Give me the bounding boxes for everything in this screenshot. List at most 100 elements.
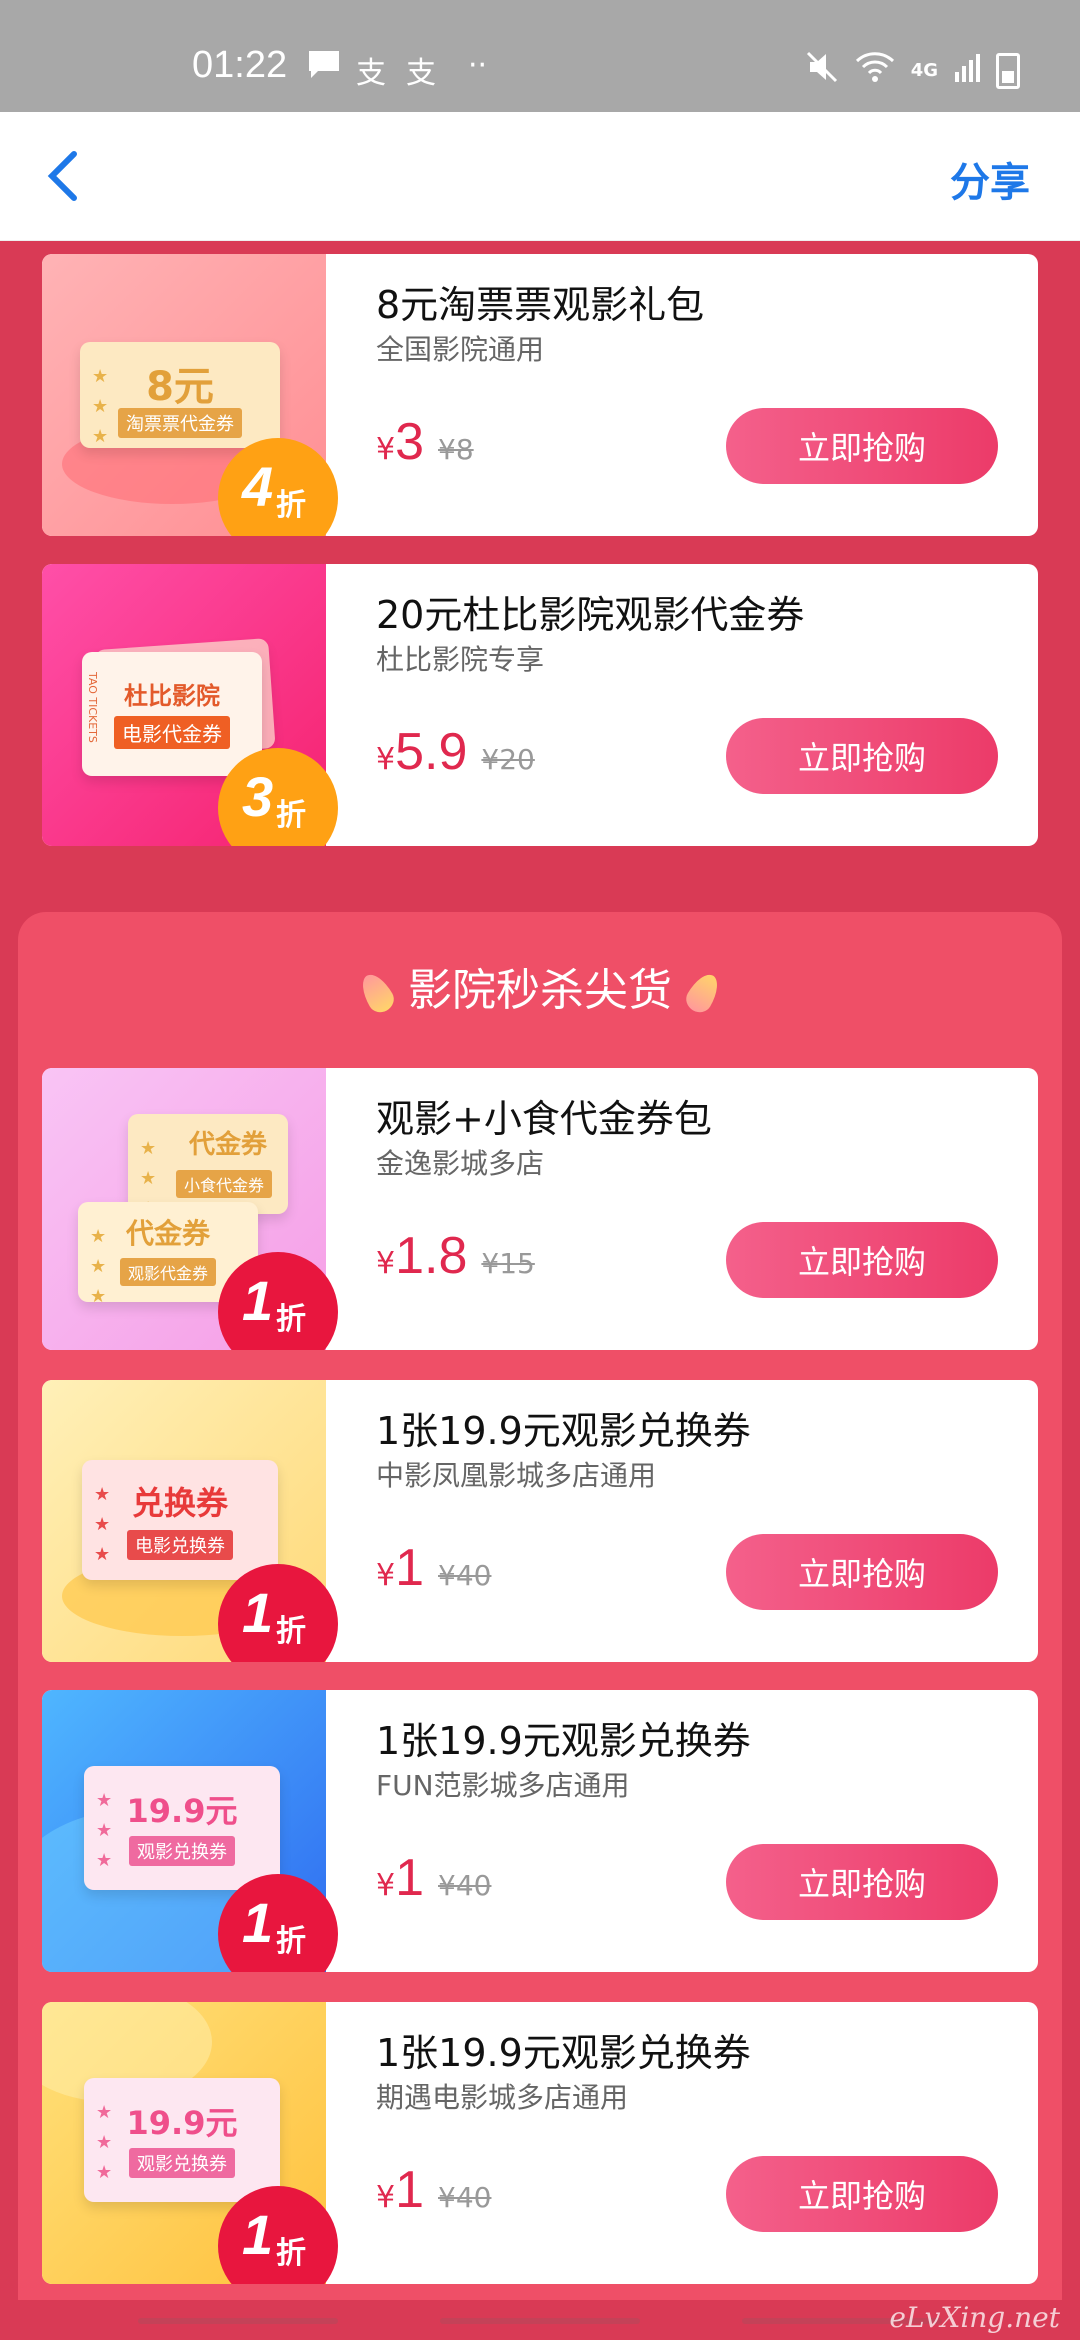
discount-unit: 折 — [276, 1924, 306, 1959]
ticket-sub-text: 观影兑换券 — [129, 1836, 235, 1866]
ticket-main-text: 代金券 — [188, 1130, 267, 1160]
product-title: 8元淘票票观影礼包 — [376, 283, 705, 327]
buy-now-button[interactable]: 立即抢购 — [726, 408, 998, 484]
ticket-sub-text: 电影兑换券 — [127, 1530, 233, 1560]
ticket-main-text: 8元 — [146, 364, 214, 410]
product-subtitle: 杜比影院专享 — [376, 643, 545, 676]
buy-now-button[interactable]: 立即抢购 — [726, 1844, 998, 1920]
currency-symbol: ¥ — [376, 2180, 396, 2215]
gesture-bar: eLvXing.net — [0, 2300, 1080, 2340]
buy-now-button[interactable]: 立即抢购 — [726, 1222, 998, 1298]
section-title-text: 影院秒杀尖货 — [408, 965, 672, 1016]
discount-unit: 折 — [276, 488, 306, 523]
product-info: 1张19.9元观影兑换券 中影凤凰影城多店通用 ¥1 ¥40 立即抢购 — [376, 1380, 1038, 1662]
voucher-ticket: ★ ★ ★ 19.9元 观影兑换券 — [84, 2078, 280, 2202]
voucher-ticket: ★ ★ ★ 19.9元 观影兑换券 — [84, 1766, 280, 1890]
currency-symbol: ¥ — [376, 432, 396, 467]
battery-icon — [996, 52, 1020, 89]
status-right-icons: 4G — [805, 50, 1020, 91]
product-subtitle: 全国影院通用 — [376, 333, 545, 366]
price-value: 1.8 — [395, 1227, 468, 1285]
product-price: ¥5.9 ¥20 — [376, 722, 535, 782]
product-card[interactable]: ★ ★ ★ 8元 淘票票代金券 4 折 8元淘票票观影礼包 全国影院通用 ¥3 ¥8 … — [42, 254, 1038, 536]
price-value: 1 — [395, 2161, 425, 2219]
discount-number: 1 — [242, 1269, 274, 1332]
product-price: ¥1 ¥40 — [376, 2160, 491, 2220]
discount-number: 1 — [242, 1581, 274, 1644]
product-info: 1张19.9元观影兑换券 FUN范影城多店通用 ¥1 ¥40 立即抢购 — [376, 1690, 1038, 1972]
watermark: eLvXing.net — [889, 2301, 1060, 2334]
back-button[interactable] — [34, 144, 98, 208]
price-value: 1 — [395, 1849, 425, 1907]
price-value: 1 — [395, 1539, 425, 1597]
discount-number: 1 — [242, 2203, 274, 2266]
currency-symbol: ¥ — [376, 1246, 396, 1281]
original-price: ¥40 — [438, 2181, 492, 2214]
ticket-sub-text: 电影代金券 — [114, 716, 230, 749]
status-bar: 01:22 支 支 ·· 4G — [0, 0, 1080, 112]
original-price: ¥8 — [438, 433, 474, 466]
product-subtitle: 金逸影城多店 — [376, 1147, 545, 1180]
price-value: 3 — [395, 413, 425, 471]
price-value: 5.9 — [395, 723, 468, 781]
navigation-bar: 分享 — [0, 112, 1080, 241]
original-price: ¥15 — [481, 1247, 535, 1280]
product-price: ¥3 ¥8 — [376, 412, 474, 472]
discount-unit: 折 — [276, 1614, 306, 1649]
product-title: 观影+小食代金券包 — [376, 1097, 712, 1141]
feather-right-icon — [681, 969, 725, 1017]
ticket-sub-text: 小食代金券 — [175, 1170, 273, 1198]
voucher-ticket-back: ★★★ 代金券 小食代金券 — [128, 1114, 288, 1219]
product-price: ¥1.8 ¥15 — [376, 1226, 535, 1286]
buy-now-button[interactable]: 立即抢购 — [726, 718, 998, 794]
ticket-sub-text: 观影代金券 — [119, 1258, 217, 1286]
discount-number: 4 — [242, 455, 274, 518]
ticket-sub-text: 观影兑换券 — [129, 2148, 235, 2178]
product-price: ¥1 ¥40 — [376, 1538, 491, 1598]
ticket-main-text: 19.9元 — [126, 1792, 238, 1830]
alipay-icon: 支 — [356, 56, 386, 91]
message-icon — [306, 48, 342, 91]
product-card[interactable]: TAO TICKETS 杜比影院 电影代金券 3 折 20元杜比影院观影代金券 … — [42, 564, 1038, 846]
product-info: 20元杜比影院观影代金券 杜比影院专享 ¥5.9 ¥20 立即抢购 — [376, 564, 1038, 846]
mute-icon — [805, 50, 839, 91]
product-subtitle: 期遇电影城多店通用 — [376, 2081, 629, 2114]
product-card[interactable]: ★ ★ ★ 19.9元 观影兑换券 1 折 1张19.9元观影兑换券 FUN范影城多… — [42, 1690, 1038, 1972]
currency-symbol: ¥ — [376, 742, 396, 777]
feather-left-icon — [355, 969, 399, 1017]
voucher-ticket: TAO TICKETS 杜比影院 电影代金券 — [82, 652, 262, 776]
content-area[interactable]: ★ ★ ★ 8元 淘票票代金券 4 折 8元淘票票观影礼包 全国影院通用 ¥3 ¥8 … — [0, 240, 1080, 2300]
signal-icon — [954, 52, 980, 89]
original-price: ¥40 — [438, 1559, 492, 1592]
ticket-main-text: 代金券 — [125, 1217, 210, 1250]
discount-number: 3 — [242, 765, 274, 828]
more-notifications-icon: ·· — [468, 48, 488, 83]
share-button[interactable]: 分享 — [950, 150, 1030, 208]
voucher-ticket: ★ ★ ★ 8元 淘票票代金券 — [80, 342, 280, 448]
currency-symbol: ¥ — [376, 1558, 396, 1593]
product-card[interactable]: ★ ★ ★ 兑换券 电影兑换券 1 折 1张19.9元观影兑换券 中影凤凰影城多店通… — [42, 1380, 1038, 1662]
ticket-main-text: 杜比影院 — [124, 682, 220, 710]
original-price: ¥40 — [438, 1869, 492, 1902]
gesture-pill — [138, 2318, 338, 2324]
product-price: ¥1 ¥40 — [376, 1848, 491, 1908]
discount-number: 1 — [242, 1891, 274, 1954]
status-time: 01:22 — [192, 44, 288, 86]
product-card[interactable]: ★★★ 代金券 小食代金券 ★★★ 代金券 观影代金券 1 折 观影+小食代金券… — [42, 1068, 1038, 1350]
product-title: 1张19.9元观影兑换券 — [376, 2031, 751, 2075]
product-subtitle: FUN范影城多店通用 — [376, 1769, 630, 1802]
alipay-icon-2: 支 — [406, 56, 436, 91]
original-price: ¥20 — [481, 743, 535, 776]
discount-unit: 折 — [276, 1302, 306, 1337]
product-card[interactable]: ★ ★ ★ 19.9元 观影兑换券 1 折 1张19.9元观影兑换券 期遇电影城多店… — [42, 2002, 1038, 2284]
product-title: 1张19.9元观影兑换券 — [376, 1719, 751, 1763]
section-title: 影院秒杀尖货 — [18, 954, 1062, 1018]
discount-unit: 折 — [276, 798, 306, 833]
buy-now-button[interactable]: 立即抢购 — [726, 1534, 998, 1610]
product-info: 观影+小食代金券包 金逸影城多店 ¥1.8 ¥15 立即抢购 — [376, 1068, 1038, 1350]
network-type: 4G — [910, 60, 938, 81]
discount-unit: 折 — [276, 2236, 306, 2271]
gesture-pill — [440, 2318, 640, 2324]
buy-now-button[interactable]: 立即抢购 — [726, 2156, 998, 2232]
product-title: 1张19.9元观影兑换券 — [376, 1409, 751, 1453]
